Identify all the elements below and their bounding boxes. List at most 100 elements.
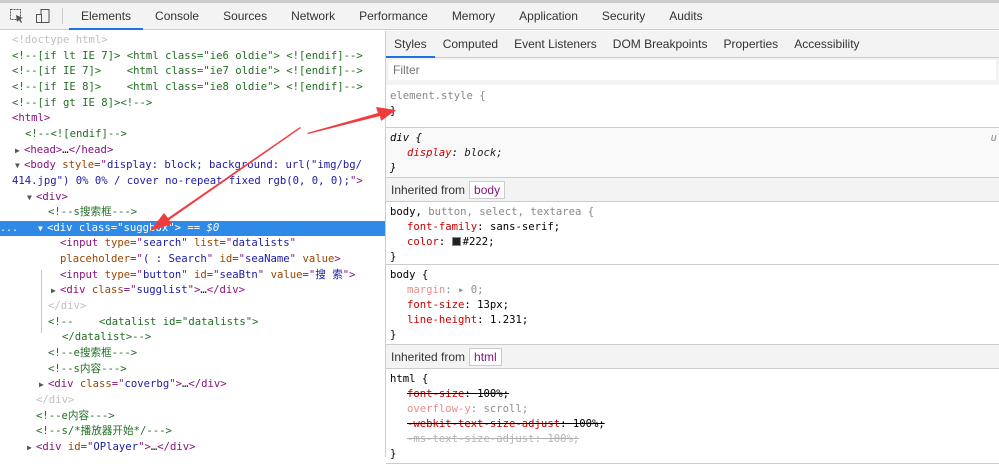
tab-properties[interactable]: Properties: [715, 31, 786, 58]
dom-node[interactable]: <!--<![endif]-->: [0, 127, 385, 143]
tab-network[interactable]: Network: [279, 3, 347, 30]
body-button-select-textarea-rule[interactable]: body, button, select, textarea { font-fa…: [386, 202, 999, 265]
dom-node[interactable]: <!--[if lt IE 7]> <html class="ie6 oldie…: [0, 49, 385, 65]
expand-triangle-open-icon[interactable]: ▼: [38, 221, 47, 237]
dom-token-tag: =": [206, 268, 220, 281]
expand-triangle-closed-icon[interactable]: ▶: [51, 283, 60, 299]
dom-node[interactable]: <!--[if IE 7]> <html class="ie7 oldie"> …: [0, 64, 385, 80]
dom-token-tag: ": [257, 268, 271, 281]
expand-triangle-open-icon[interactable]: ▼: [15, 158, 24, 174]
dom-node[interactable]: 414.jpg") 0% 0% / cover no-repeat fixed …: [0, 174, 385, 190]
expand-triangle-closed-icon[interactable]: ▶: [39, 377, 48, 393]
property-name: font-family: [407, 221, 478, 233]
dom-token-val: seaBtn: [219, 268, 258, 281]
dom-node[interactable]: ▶ <div id="OPlayer">…</div>: [0, 440, 385, 456]
dom-node[interactable]: <input type="search" list="datalists": [0, 236, 385, 252]
property-value: block;: [464, 147, 503, 159]
dom-node[interactable]: placeholder="( : Search" id="seaName" va…: [0, 252, 385, 268]
dom-node[interactable]: ▶ <div class="coverbg">…</div>: [0, 377, 385, 393]
element-style-rule[interactable]: element.style { }: [386, 86, 999, 128]
html-rule[interactable]: html { font-size: 100%; overflow-y: scro…: [386, 369, 999, 464]
styles-filter-input[interactable]: [389, 60, 996, 80]
dom-token-tag: <html>: [12, 112, 51, 125]
tab-elements[interactable]: Elements: [69, 3, 144, 30]
tab-console[interactable]: Console: [143, 3, 211, 30]
dom-node[interactable]: <!--s内容--->: [0, 362, 385, 378]
tab-styles[interactable]: Styles: [386, 31, 435, 58]
property-name: margin: [407, 284, 446, 296]
div-ua-rule[interactable]: div { display: block; } u: [386, 128, 999, 178]
device-toolbar-icon[interactable]: [30, 3, 56, 30]
dom-token-dt: </div>: [48, 300, 87, 313]
dom-token-val: OPlayer: [93, 440, 139, 453]
dom-node[interactable]: <!--s搜索框--->: [0, 205, 385, 221]
tab-accessibility[interactable]: Accessibility: [786, 31, 867, 58]
rule-selector: div {: [390, 132, 422, 144]
inherited-label: Inherited from: [391, 182, 466, 197]
dom-token-tag: ": [181, 268, 194, 281]
dom-token-tag: ">: [342, 268, 356, 281]
dom-token-attr: style: [62, 159, 95, 172]
dom-token-com: <!-- <datalist id="datalists">: [48, 315, 259, 328]
dom-token-tag: </head>: [68, 143, 114, 156]
dom-token-val: coverbg: [124, 378, 170, 391]
dom-node[interactable]: <!--[if gt IE 8]><!-->: [0, 96, 385, 112]
inherited-node-link[interactable]: body: [469, 180, 506, 199]
dom-node[interactable]: <!--e搜索框--->: [0, 346, 385, 362]
property-value: 1.231;: [489, 314, 529, 326]
property-name: line-height: [407, 314, 478, 326]
dom-node[interactable]: </datalist>-->: [0, 330, 385, 346]
tab-application[interactable]: Application: [507, 3, 590, 30]
dom-node-selected[interactable]: ... ▼ <div class="suggbox"> == $0: [0, 220, 385, 237]
rule-source[interactable]: u: [991, 131, 997, 146]
dom-node[interactable]: <!--[if IE 8]> <html class="ie8 oldie"> …: [0, 80, 385, 96]
filter-bar: [386, 58, 999, 85]
dom-node[interactable]: ▶ <div class="sugglist">…</div>: [0, 283, 385, 299]
tab-dom-breakpoints[interactable]: DOM Breakpoints: [605, 31, 716, 58]
dom-token-val: suggbox: [123, 221, 169, 234]
dom-token-attr: class: [91, 284, 124, 297]
node-menu-dots[interactable]: ...: [0, 221, 18, 237]
dom-node[interactable]: <!--s/*播放器开始*/--->: [0, 424, 385, 440]
dom-token-tag: =": [232, 253, 246, 266]
dom-token-com: <!--e内容--->: [36, 409, 115, 422]
dom-token-tag: </div>: [157, 440, 196, 453]
body-rule[interactable]: body { margin: ▸ 0; font-size: 13px; lin…: [386, 265, 999, 345]
dom-node[interactable]: ▼ <div>: [0, 190, 385, 206]
inherited-node-link[interactable]: html: [469, 347, 502, 366]
dom-token-com: </datalist>-->: [62, 331, 152, 344]
dom-node[interactable]: <input type="button" id="seaBtn" value="…: [0, 268, 385, 284]
tab-security[interactable]: Security: [590, 3, 657, 30]
elements-dom-tree[interactable]: <!doctype html> <!--[if lt IE 7]> <html c…: [0, 31, 385, 457]
dom-node[interactable]: <!doctype html>: [0, 33, 385, 49]
dom-node[interactable]: <!-- <datalist id="datalists">: [0, 315, 385, 331]
dom-token-tag: =": [302, 268, 316, 281]
dom-node[interactable]: <html>: [0, 111, 385, 127]
inspect-element-icon[interactable]: [4, 3, 30, 30]
dom-node[interactable]: </div>: [0, 299, 385, 315]
dom-token-tag: =": [110, 221, 124, 234]
tab-sources[interactable]: Sources: [211, 3, 279, 30]
property-name: font-size: [407, 388, 465, 400]
sidebar-tabs: Styles Computed Event Listeners DOM Breakpo…: [386, 31, 999, 58]
tab-memory[interactable]: Memory: [440, 3, 507, 30]
tab-performance[interactable]: Performance: [347, 3, 440, 30]
expand-triangle-open-icon[interactable]: ▼: [27, 190, 36, 206]
expand-triangle-closed-icon[interactable]: ▶: [27, 440, 36, 456]
dom-node[interactable]: ▶ <head>…</head>: [0, 143, 385, 159]
dom-token-tag: ">: [169, 378, 182, 391]
color-swatch-icon[interactable]: [451, 237, 461, 246]
dom-token-com: <!--[if IE 8]> <html class="ie8 oldie"> …: [12, 80, 363, 93]
dom-token-tag: </div>: [188, 378, 227, 391]
dom-token-com: <!--s内容--->: [48, 362, 127, 375]
tab-audits[interactable]: Audits: [657, 3, 714, 30]
inherited-from-body-header: Inherited from body: [386, 178, 999, 202]
dom-node[interactable]: ▼ <body style="display: block; background…: [0, 158, 385, 174]
property-name: font-size: [407, 299, 465, 311]
expand-triangle-closed-icon[interactable]: ▶: [15, 143, 24, 159]
dom-node[interactable]: </div>: [0, 393, 385, 409]
tab-computed[interactable]: Computed: [435, 31, 506, 58]
tab-event-listeners[interactable]: Event Listeners: [506, 31, 605, 58]
dom-token-tag: =": [94, 159, 107, 172]
dom-node[interactable]: <!--e内容--->: [0, 409, 385, 425]
